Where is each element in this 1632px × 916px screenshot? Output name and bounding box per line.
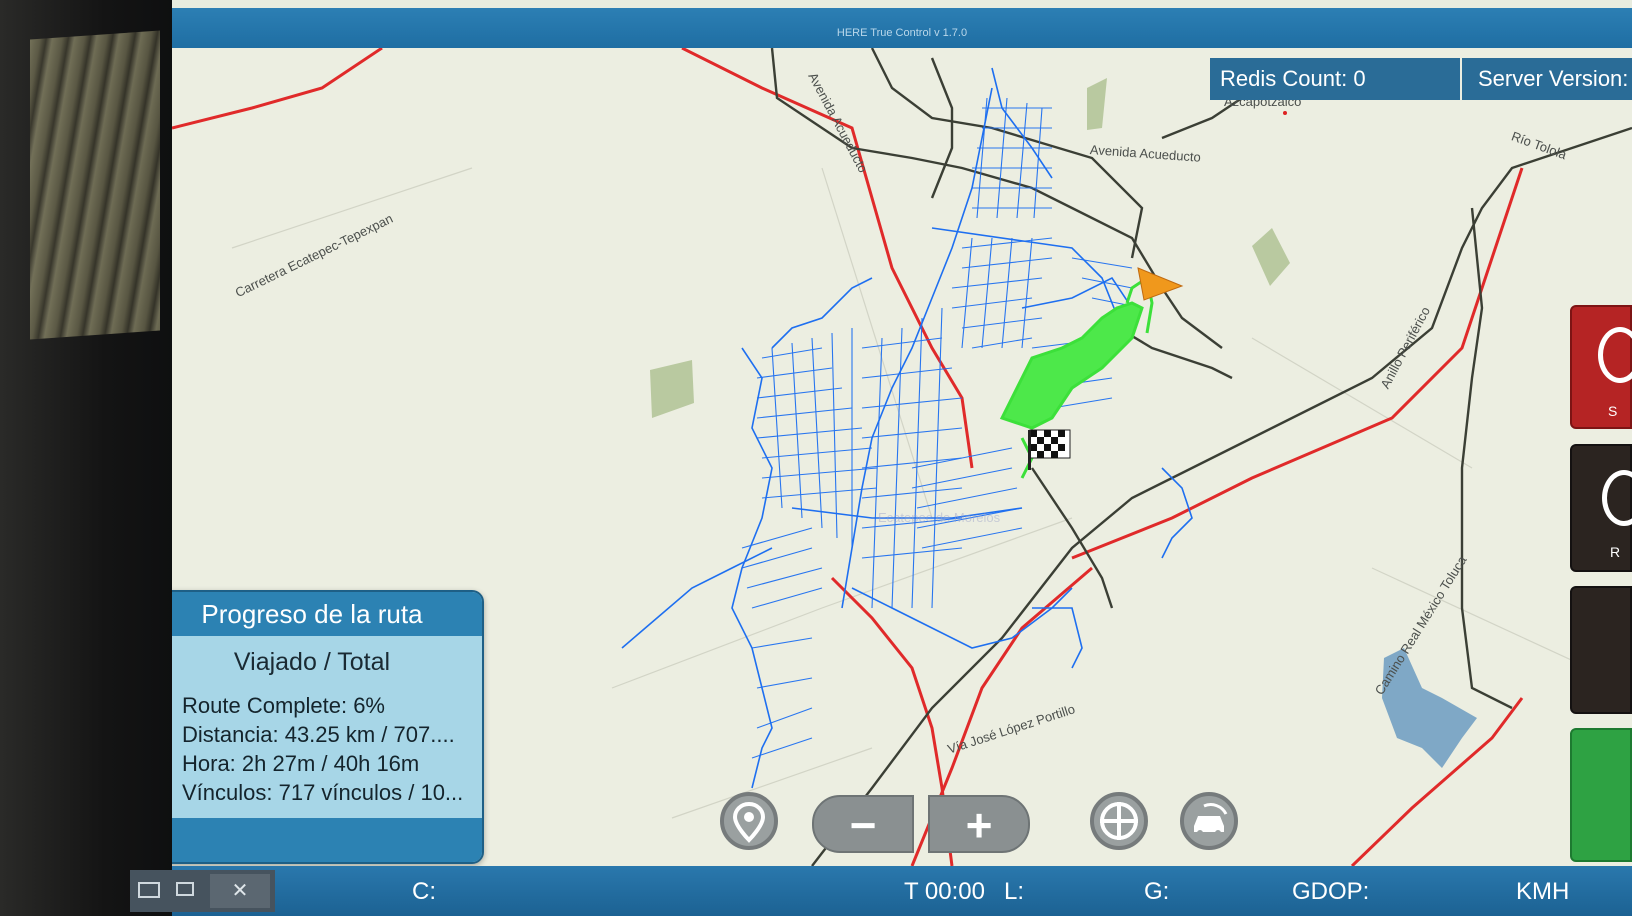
links-text: Vínculos: 717 vínculos / 10... [182,780,464,805]
server-version-label: Server Version: [1478,66,1629,91]
side-button-record[interactable]: R [1570,444,1632,572]
zoom-out-button[interactable]: − [812,795,914,853]
progress-title: Progreso de la ruta [172,592,482,636]
side-button-green[interactable] [1570,728,1632,862]
record-icon [1602,470,1632,526]
center-map-button[interactable] [1090,792,1148,850]
route-progress-panel: Progreso de la ruta Viajado / Total Rout… [172,590,484,864]
status-c: C: [412,878,436,905]
side-button-record-label: R [1610,544,1621,560]
status-gdop: GDOP: [1292,878,1370,905]
bezel-glare [30,30,160,340]
status-bar: C: T 00:00 L: G: GDOP: KMH [172,866,1632,916]
network-icon[interactable] [138,882,160,898]
car-follow-icon [1194,803,1228,836]
progress-panel-footer [172,818,482,862]
map-pin-icon [732,801,766,843]
app-screen: HERE True Control v 1.7.0 Carretera Ecat… [172,0,1632,916]
side-button-stop[interactable]: S [1570,305,1632,429]
window-titlebar: HERE True Control v 1.7.0 [172,8,1632,48]
time-text: Hora: 2h 27m / 40h 16m [182,751,420,776]
distance-text: Distancia: 43.25 km / 707.... [182,722,455,747]
taskbar-controls: ✕ [130,870,275,912]
crosshair-icon [1100,802,1138,840]
server-version-box: Server Version: 1 [1462,58,1632,100]
follow-vehicle-button[interactable] [1180,792,1238,850]
side-button-dark[interactable] [1570,586,1632,714]
locate-button[interactable] [720,792,778,850]
status-time: T 00:00 [904,878,985,905]
route-complete-text: Route Complete: 6% [182,693,385,718]
side-button-stop-label: S [1608,403,1618,419]
window-title: HERE True Control v 1.7.0 [836,27,968,39]
zoom-in-button[interactable]: + [928,795,1030,853]
window-close-button[interactable]: ✕ [210,874,270,908]
redis-count-box: Redis Count: 0 [1210,58,1460,100]
monitor-bezel [0,0,175,916]
window-restore-icon[interactable] [176,882,194,896]
stop-icon [1598,327,1632,383]
redis-count-value: 0 [1353,66,1366,91]
progress-subtitle: Viajado / Total [233,648,391,676]
status-g: G: [1144,878,1170,905]
redis-count-label: Redis Count: [1220,66,1348,91]
status-l: L: [1004,878,1025,905]
poi-dot [1283,111,1287,115]
label-faded-center: Ecatepec de Morelos [878,510,1001,525]
status-kmh: KMH [1516,878,1570,905]
